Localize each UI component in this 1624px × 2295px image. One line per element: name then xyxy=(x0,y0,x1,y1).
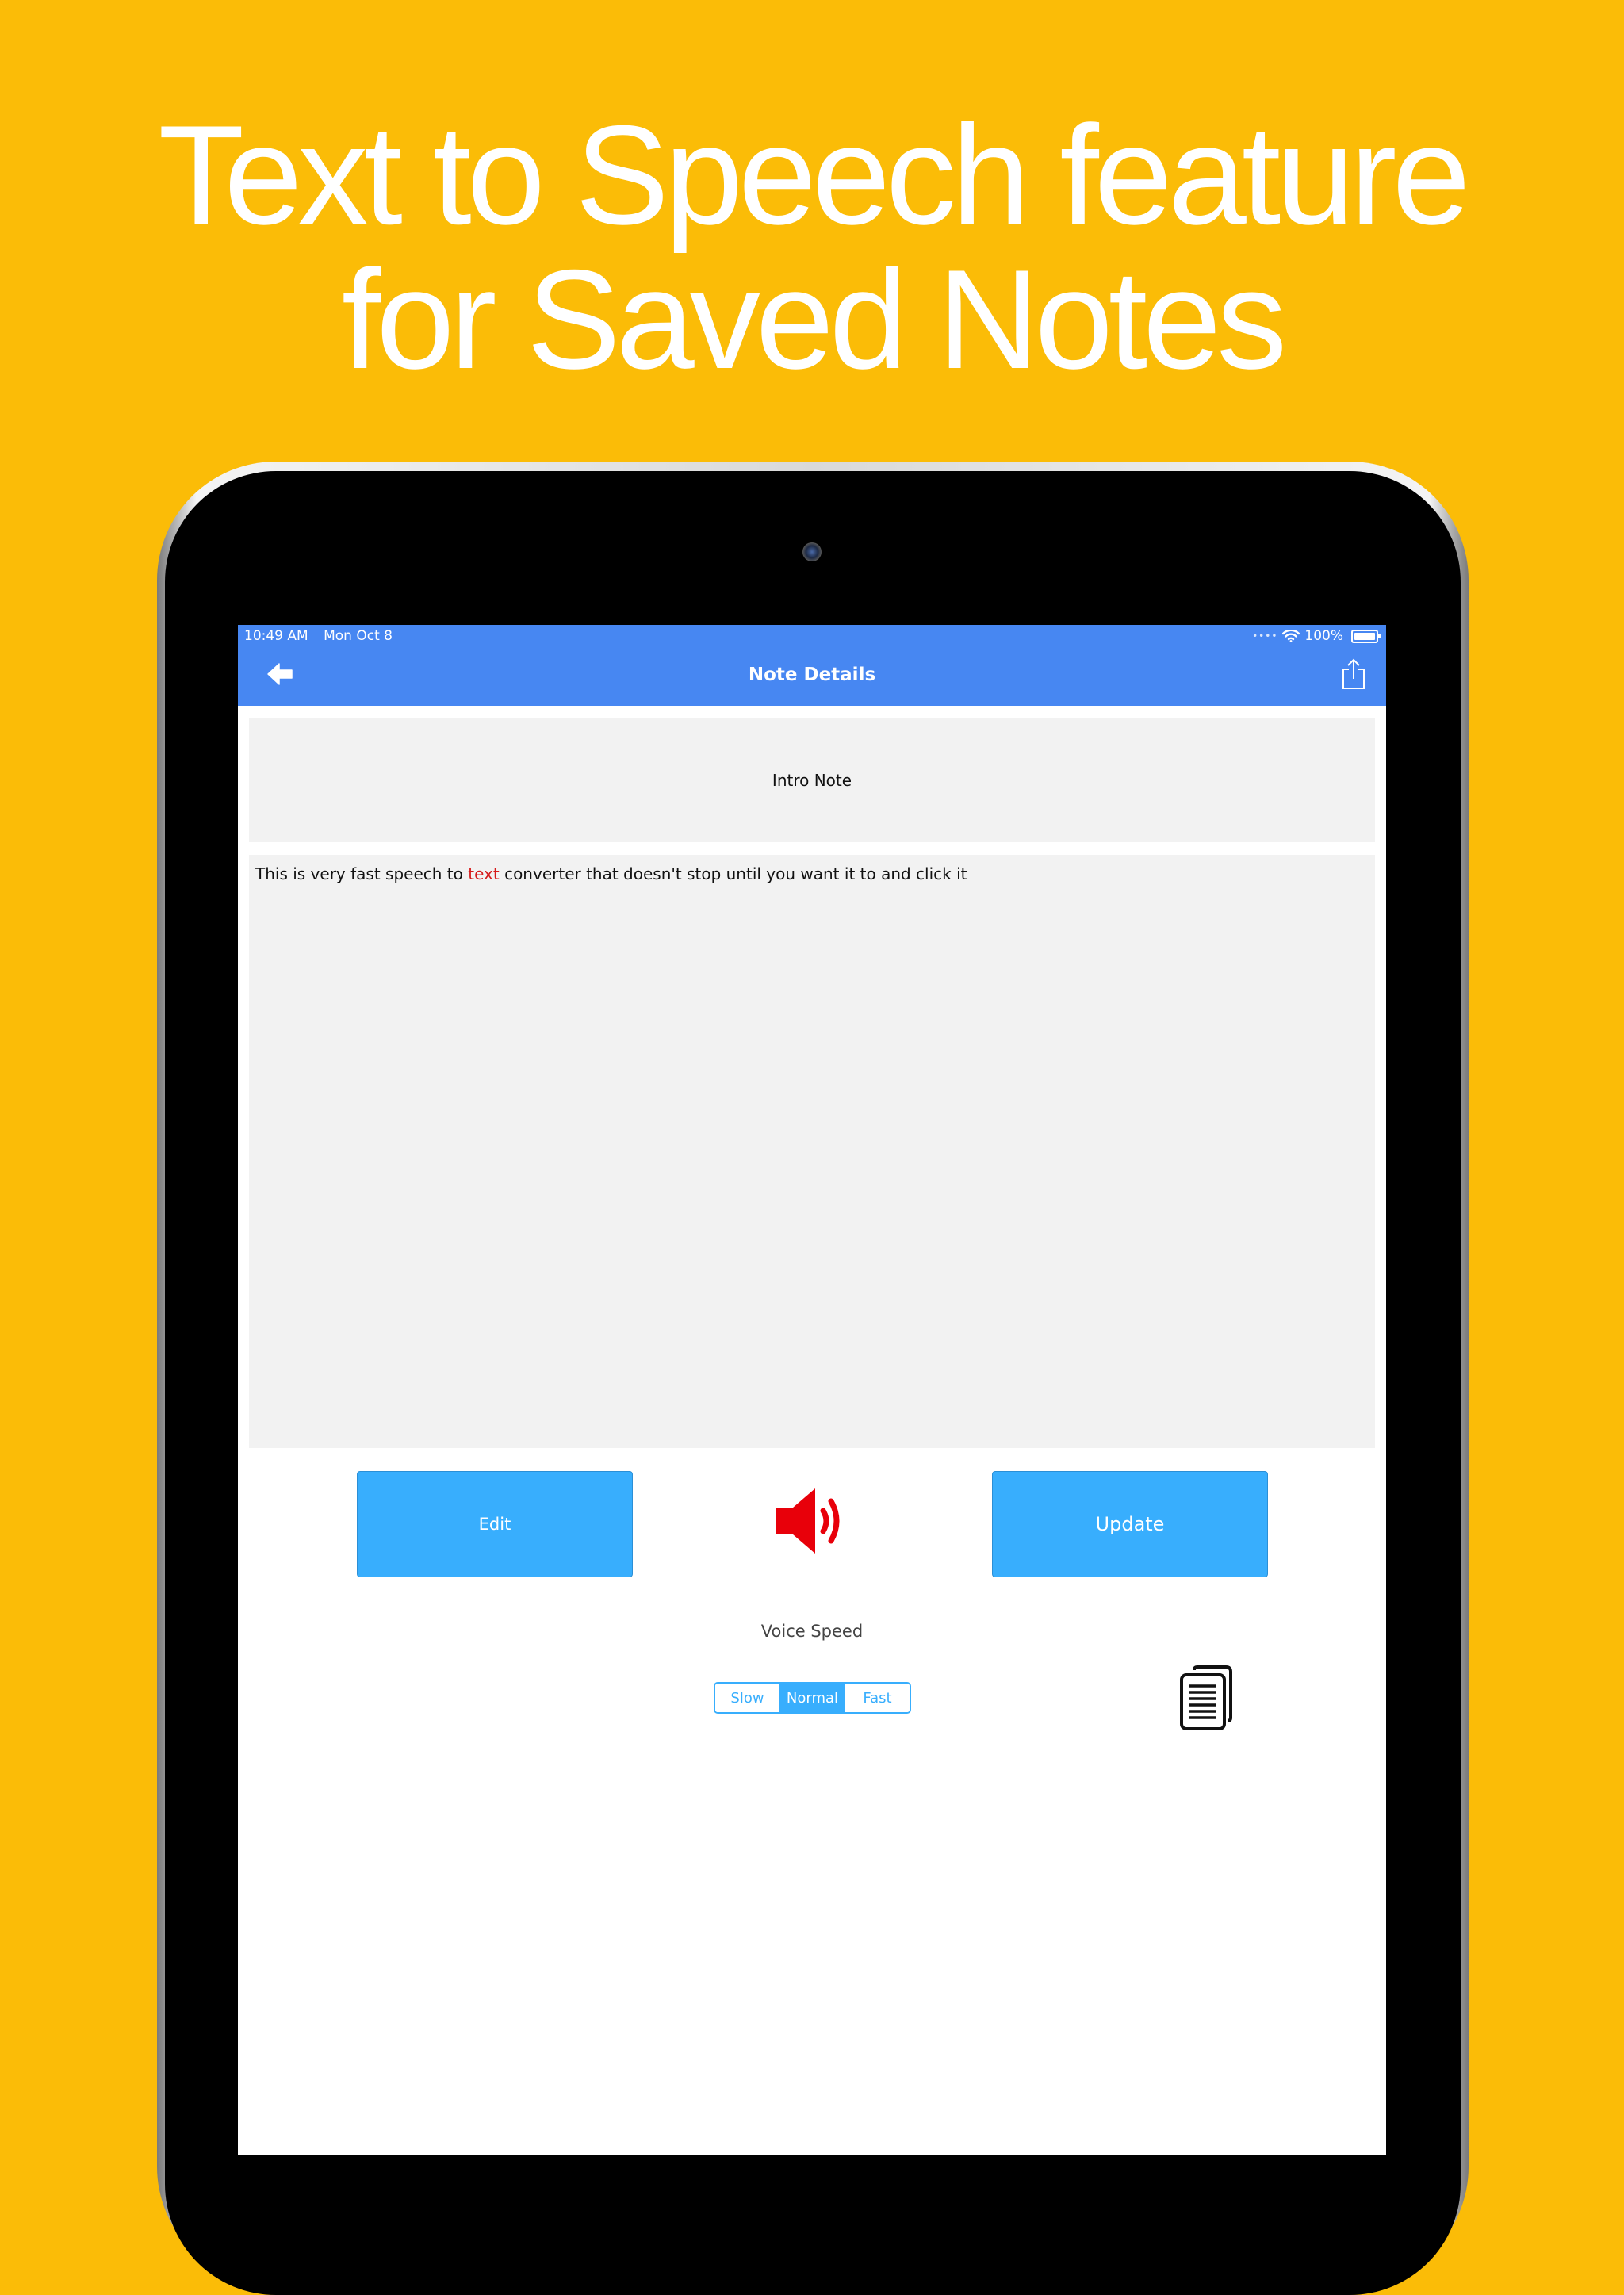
note-body-text-rest: converter that doesn't stop until you wa… xyxy=(499,864,967,883)
signal-dots-icon: •••• xyxy=(1252,630,1278,642)
status-bar-right: •••• 100% xyxy=(1252,628,1381,644)
speed-option-normal[interactable]: Normal xyxy=(779,1684,845,1712)
headline-line-1: Text to Speech feature xyxy=(158,96,1470,254)
speed-option-slow[interactable]: Slow xyxy=(715,1684,779,1712)
promo-headline: Text to Speech feature for Saved Notes xyxy=(0,103,1624,392)
update-button[interactable]: Update xyxy=(992,1471,1268,1577)
page-title: Note Details xyxy=(748,665,876,685)
front-camera xyxy=(802,542,822,561)
share-icon[interactable] xyxy=(1340,658,1367,690)
speed-option-fast[interactable]: Fast xyxy=(845,1684,910,1712)
edit-button[interactable]: Edit xyxy=(357,1471,633,1577)
note-body-text: This is very fast speech to xyxy=(255,864,469,883)
status-time: 10:49 AM xyxy=(244,628,308,644)
speaker-icon[interactable] xyxy=(774,1485,850,1557)
note-title: Intro Note xyxy=(772,770,852,790)
battery-icon xyxy=(1351,629,1381,643)
navigation-bar: 10:49 AM Mon Oct 8 •••• 100% Note Detail… xyxy=(238,625,1386,706)
copy-document-icon[interactable] xyxy=(1178,1665,1234,1730)
voice-speed-label: Voice Speed xyxy=(760,1622,864,1641)
note-body-textarea[interactable]: This is very fast speech to text convert… xyxy=(249,855,1375,1448)
update-button-label: Update xyxy=(1095,1513,1165,1535)
status-date: Mon Oct 8 xyxy=(324,628,393,644)
app-screen: 10:49 AM Mon Oct 8 •••• 100% Note Detail… xyxy=(238,625,1386,2155)
battery-percent: 100% xyxy=(1304,628,1343,644)
headline-line-2: for Saved Notes xyxy=(341,240,1287,398)
voice-speed-segmented-control: Slow Normal Fast xyxy=(714,1682,911,1714)
status-bar-left: 10:49 AM Mon Oct 8 xyxy=(244,628,404,644)
edit-button-label: Edit xyxy=(478,1515,511,1534)
wifi-icon xyxy=(1282,630,1300,642)
note-body-highlight: text xyxy=(468,864,500,883)
note-title-field[interactable]: Intro Note xyxy=(249,718,1375,842)
